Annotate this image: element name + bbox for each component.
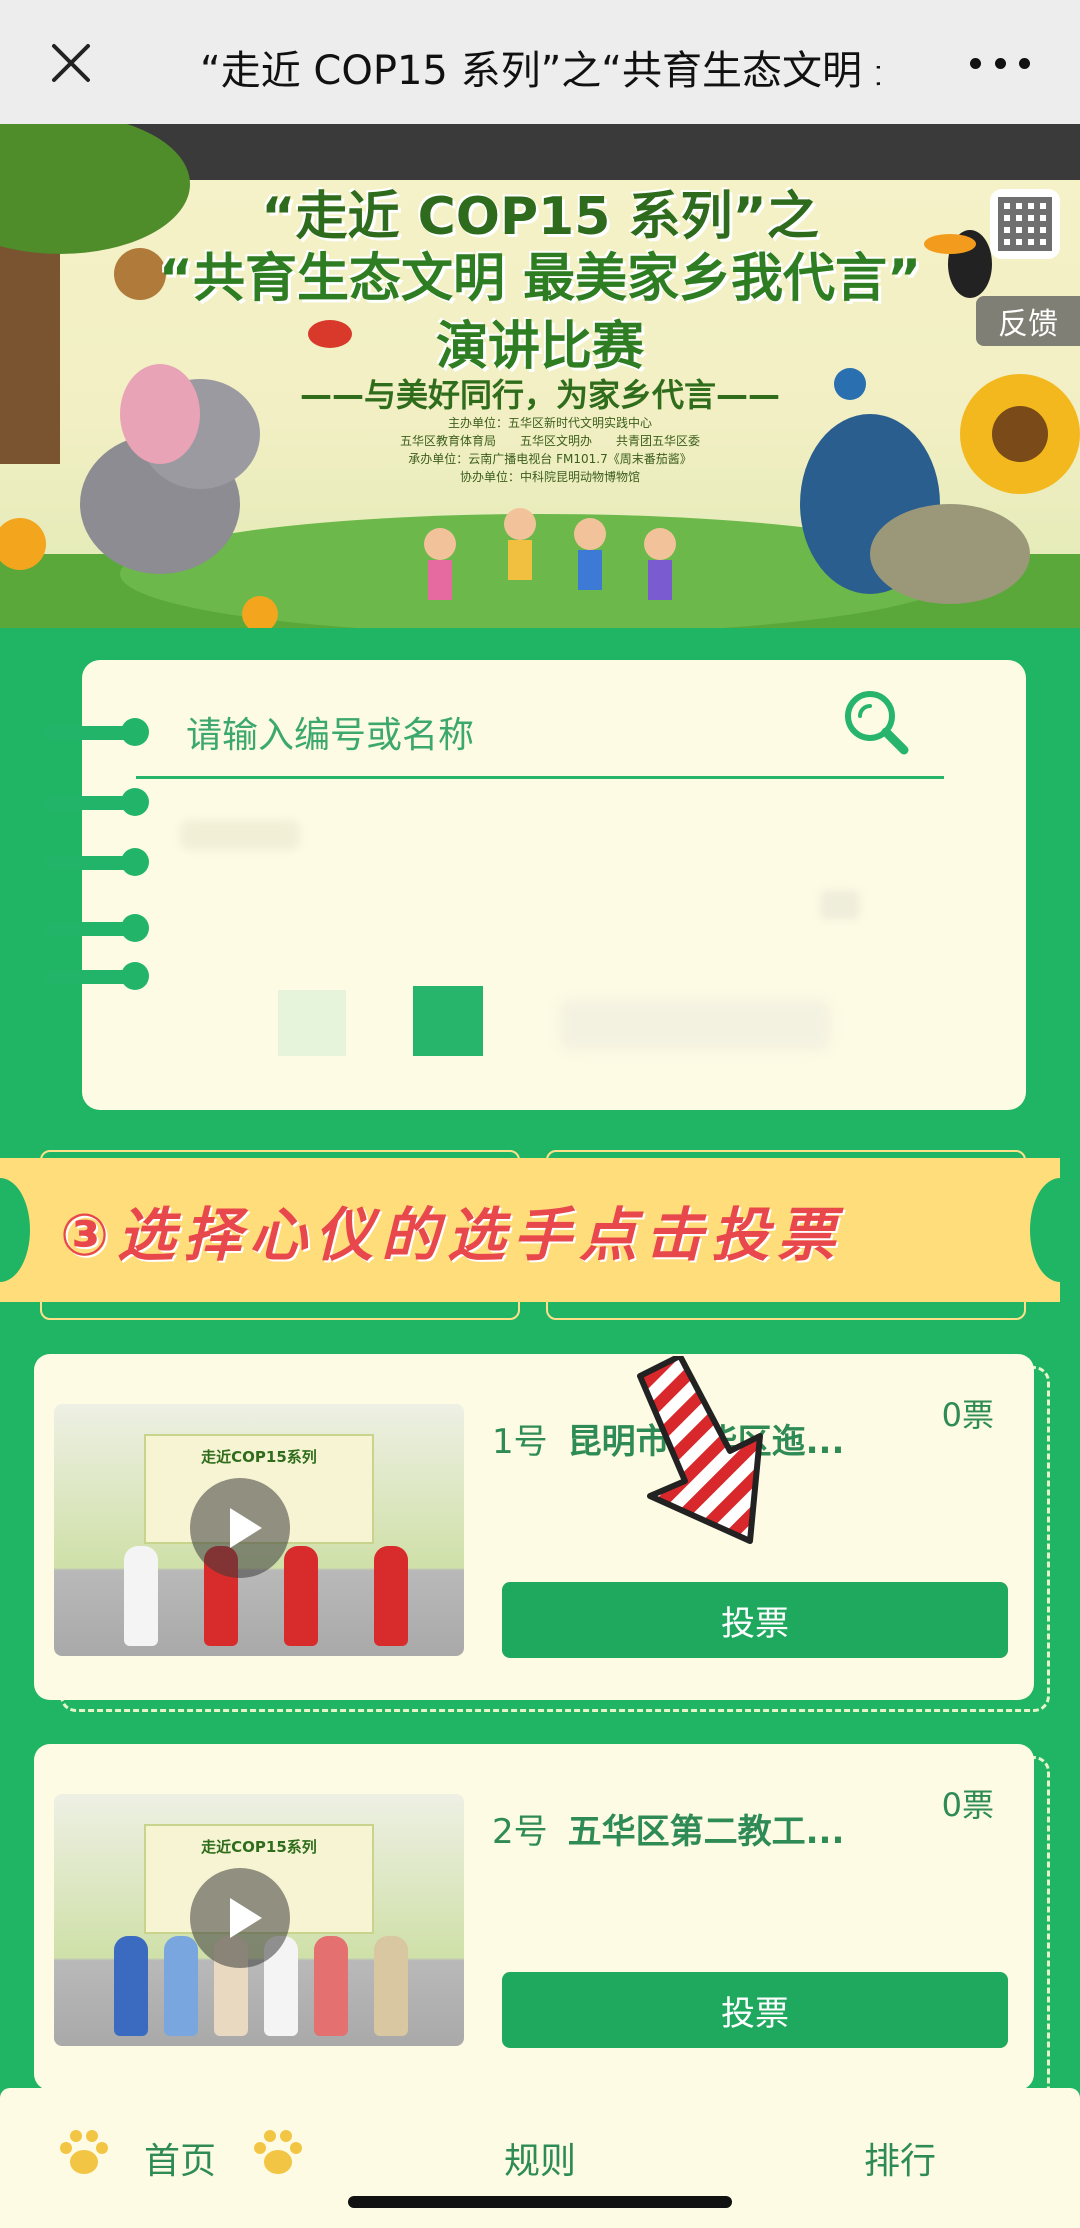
contestant-number: 2号 [492,1812,548,1852]
paw-icon [60,2130,108,2174]
credit-line: 五华区教育体育局 五华区文明办 共青团五华区委 [399,434,700,448]
banner-line-4: ——与美好同行，为家乡代言—— [299,376,780,414]
home-indicator [348,2196,732,2208]
blurred-content [820,890,860,920]
more-icon[interactable] [970,48,1030,78]
top-bar: “走近 COP15 系列”之“共育生态文明 最美家乡我代言”演讲比赛 [0,0,1080,124]
banner-line-2: “共育生态文明 最美家乡我代言” [158,249,922,309]
search-icon[interactable] [840,686,912,758]
search-underline [136,776,944,779]
search-input[interactable] [186,710,746,760]
paw-icon [254,2130,302,2174]
nav-home[interactable]: 首页 [144,2132,216,2184]
close-icon[interactable] [48,40,94,86]
vote-count: 0票 [941,1396,994,1434]
contestant-number: 1号 [492,1422,548,1462]
video-thumbnail[interactable]: 走近COP15系列 [54,1404,464,1656]
credit-line: 主办单位：五华区新时代文明实践中心 [447,416,652,430]
notebook-ring [45,914,149,942]
banner-line-3: 演讲比赛 [435,317,644,377]
instruction-text: ③选择心仪的选手点击投票 [60,1201,844,1269]
credit-line: 承办单位：云南广播电视台 FM101.7《周末番茄酱》 [408,452,692,466]
video-thumbnail[interactable]: 走近COP15系列 [54,1794,464,2046]
notebook-ring [45,718,149,746]
play-icon[interactable] [190,1478,290,1578]
stat-block [278,990,346,1056]
notebook-ring [45,962,149,990]
vote-count: 0票 [941,1786,994,1824]
pointer-arrow-icon [637,1356,763,1544]
contestant-card: 走近COP15系列 1号昆明市五华区迤... 0票 投票 [34,1354,1034,1700]
contestant-name: 2号 五华区第二教工... [492,1804,844,1853]
blurred-content [180,820,300,850]
notebook-ring [45,848,149,876]
event-banner: “走近 COP15 系列”之 “共育生态文明 最美家乡我代言” 演讲比赛 ——与… [0,124,1080,628]
blurred-content [560,1000,830,1050]
vote-button[interactable]: 投票 [502,1972,1008,2048]
notebook-ring [45,788,149,816]
vote-button[interactable]: 投票 [502,1582,1008,1658]
contestant-title: 五华区第二教工... [567,1812,845,1852]
nav-ranking[interactable]: 排行 [864,2132,936,2184]
contestant-card: 走近COP15系列 2号 五华区第二教工... 0票 投票 [34,1744,1034,2090]
stat-block [413,986,483,1056]
play-icon[interactable] [190,1868,290,1968]
qr-code-icon[interactable] [990,189,1060,259]
banner-credits: 主办单位：五华区新时代文明实践中心 五华区教育体育局 五华区文明办 共青团五华区… [360,414,740,486]
nav-rules[interactable]: 规则 [504,2132,576,2184]
page-title: “走近 COP15 系列”之“共育生态文明 最美家乡我代言”演讲比赛 [200,48,880,94]
credit-line: 协办单位：中科院昆明动物博物馆 [459,470,640,484]
feedback-button[interactable]: 反馈 [976,296,1080,346]
